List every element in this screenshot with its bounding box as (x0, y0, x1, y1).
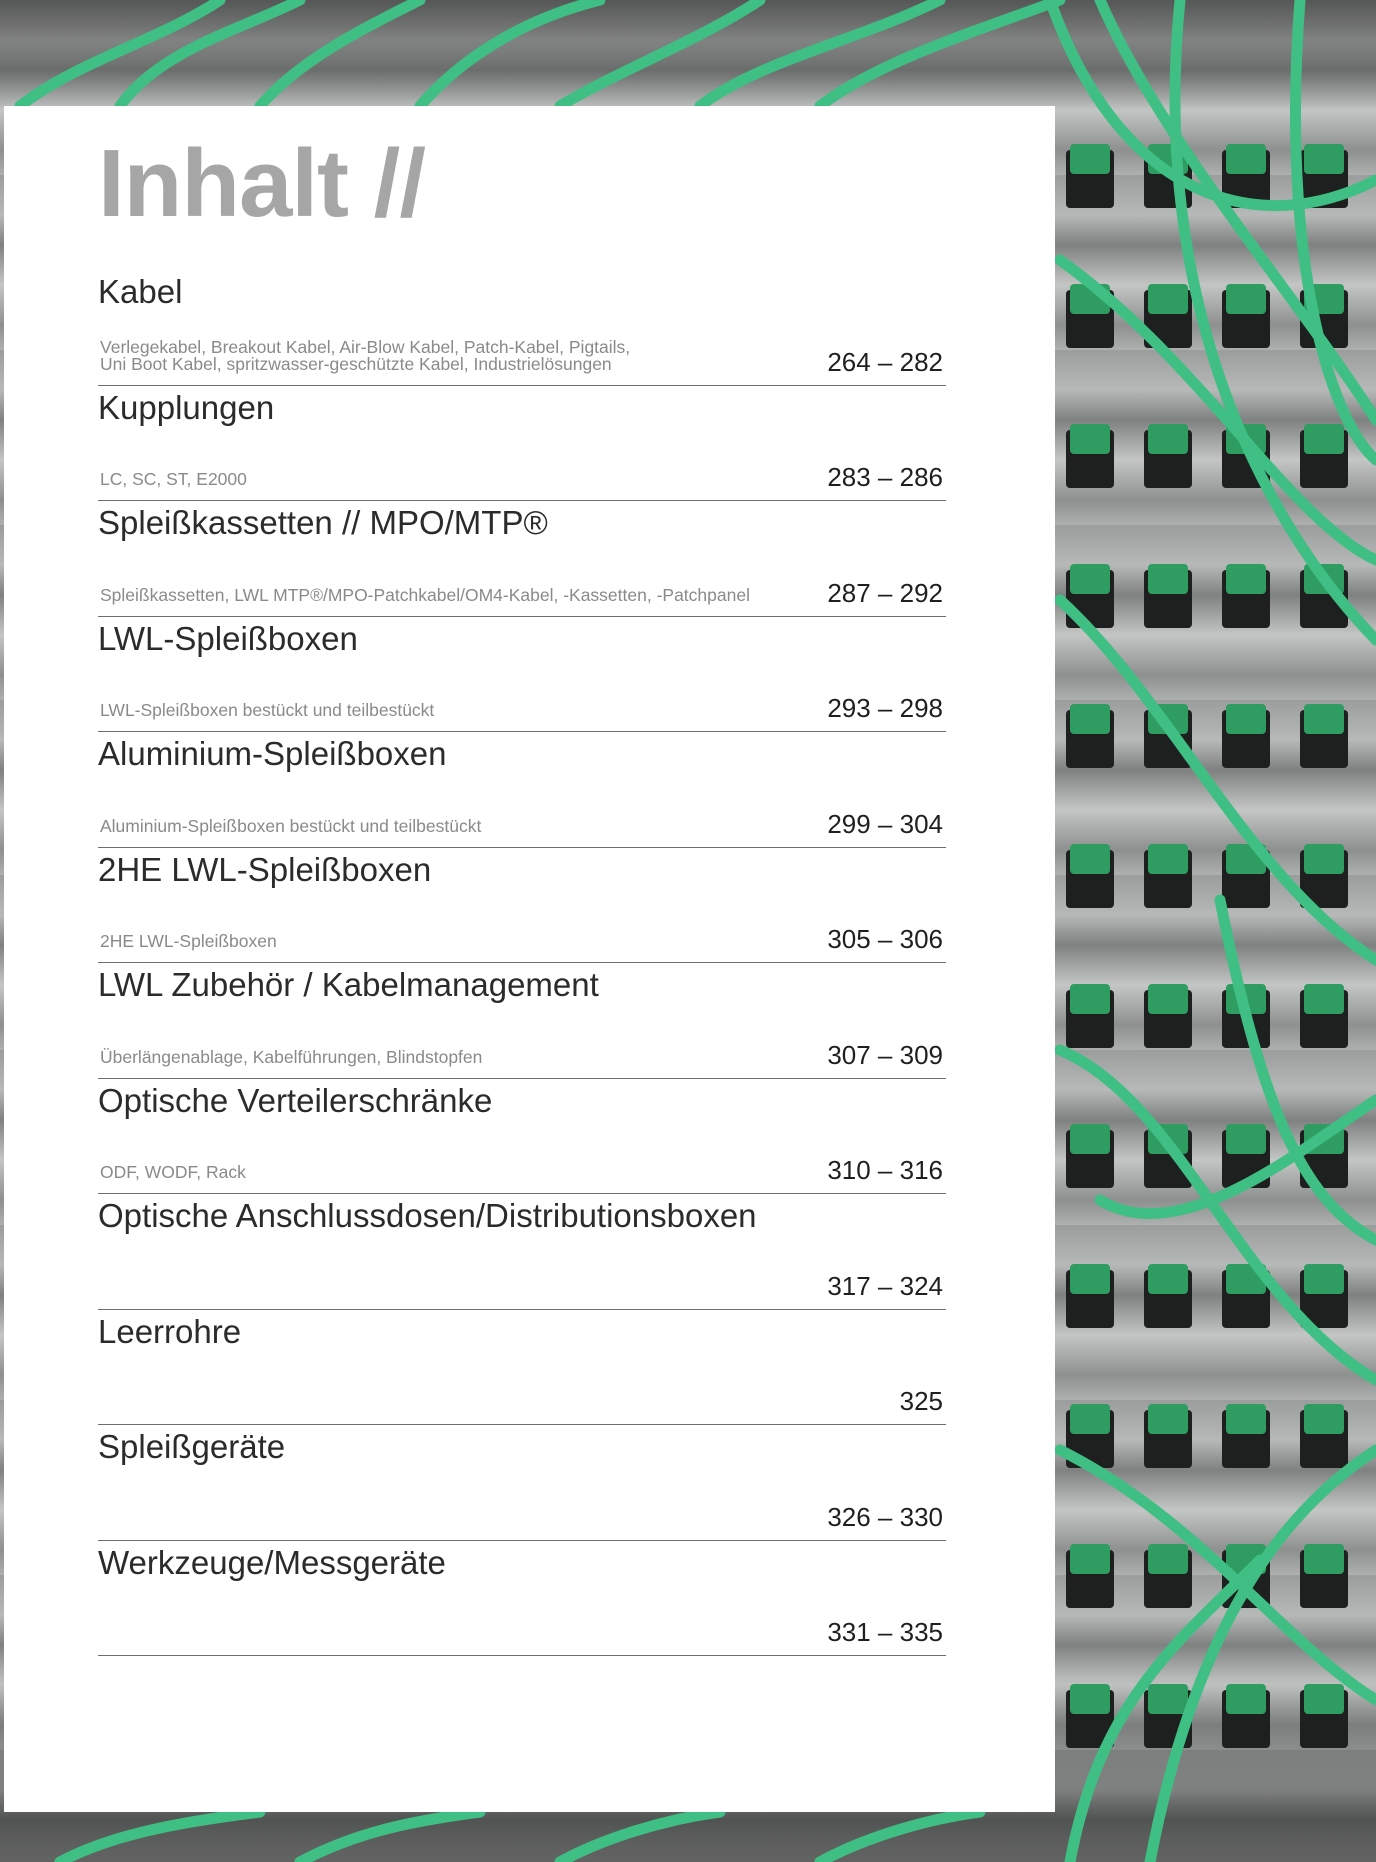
green-connector (1070, 1124, 1110, 1154)
toc-heading: Kabel (98, 273, 183, 310)
toc-heading: LWL-Spleißboxen (98, 619, 358, 657)
toc-page-range: 325 (899, 1386, 943, 1416)
page-title: Inhalt // (98, 130, 426, 237)
toc-heading: 2HE LWL-Spleißboxen (98, 850, 432, 888)
green-connector (1304, 424, 1344, 454)
toc-page-range: 264 – 282 (827, 346, 943, 377)
toc-page-range: 317 – 324 (827, 1270, 943, 1301)
toc-description: LWL-Spleißboxen bestückt und teilbestück… (100, 700, 435, 720)
toc-page-range: 326 – 330 (827, 1501, 943, 1532)
toc-page-range: 287 – 292 (827, 577, 943, 608)
green-connector (1304, 1264, 1344, 1294)
green-connector (1304, 984, 1344, 1014)
green-connector (1226, 284, 1266, 314)
green-connector (1148, 984, 1188, 1014)
toc-description: LC, SC, ST, E2000 (100, 469, 247, 489)
toc-page-range: 305 – 306 (827, 924, 943, 954)
fiber-cable (554, 1806, 726, 1862)
green-connector (1304, 1404, 1344, 1434)
green-connector (1148, 424, 1188, 454)
toc-page-range: 310 – 316 (827, 1155, 943, 1185)
toc-description: ODF, WODF, Rack (100, 1162, 246, 1182)
toc-description: Überlängenablage, Kabelführungen, Blinds… (100, 1046, 483, 1067)
fiber-cable (814, 1806, 986, 1862)
toc-entry-lwl-zubehoer[interactable]: LWL Zubehör / Kabelmanagement Überlängen… (98, 963, 946, 1079)
toc-description: Verlegekabel, Breakout Kabel, Air-Blow K… (100, 336, 631, 374)
green-connector (1304, 1684, 1344, 1714)
toc-page-range: 283 – 286 (827, 462, 943, 492)
toc-heading: Werkzeuge/Messgeräte (98, 1543, 446, 1581)
green-connector (1070, 424, 1110, 454)
fiber-cable (54, 1806, 266, 1862)
toc-heading: Aluminium-Spleißboxen (98, 735, 447, 772)
toc-entry-lwl-spleissboxen[interactable]: LWL-Spleißboxen LWL-Spleißboxen bestückt… (98, 617, 946, 732)
fiber-cable (1144, 1444, 1376, 1862)
green-connector (1226, 1684, 1266, 1714)
green-connector (1070, 1684, 1110, 1714)
green-connector (1226, 1404, 1266, 1434)
toc-heading: Kupplungen (98, 388, 275, 426)
green-connector (1148, 284, 1188, 314)
green-connector (1226, 144, 1266, 174)
toc-page-range: 299 – 304 (827, 808, 943, 839)
fiber-cable (414, 0, 606, 112)
fiber-cable (294, 1806, 486, 1862)
green-connector (1070, 144, 1110, 174)
green-connector (1304, 704, 1344, 734)
toc-entry-aluminium-spleissboxen[interactable]: Aluminium-Spleißboxen Aluminium-Spleißbo… (98, 732, 946, 848)
toc-entry-anschlussdosen[interactable]: Optische Anschlussdosen/Distributionsbox… (98, 1194, 946, 1310)
toc-entry-2he-lwl-spleissboxen[interactable]: 2HE LWL-Spleißboxen 2HE LWL-Spleißboxen … (98, 848, 946, 963)
green-connector (1070, 1264, 1110, 1294)
toc-description: Aluminium-Spleißboxen bestückt und teilb… (100, 815, 482, 836)
green-connector (1070, 1404, 1110, 1434)
fiber-cable (814, 0, 1066, 112)
toc-heading: LWL Zubehör / Kabelmanagement (98, 966, 599, 1003)
green-connector (1148, 1264, 1188, 1294)
green-connector (1148, 564, 1188, 594)
green-connector (1070, 704, 1110, 734)
toc-heading: Spleißgeräte (98, 1428, 286, 1465)
toc-page-range: 293 – 298 (827, 693, 943, 723)
fiber-cable (254, 0, 426, 112)
fiber-cable (1094, 0, 1376, 426)
toc-description: 2HE LWL-Spleißboxen (100, 931, 277, 951)
green-connector (1070, 844, 1110, 874)
toc-page-range: 307 – 309 (827, 1039, 943, 1070)
toc-page-range: 331 – 335 (827, 1617, 943, 1647)
green-connector (1148, 1404, 1188, 1434)
table-of-contents: Kabel Verlegekabel, Breakout Kabel, Air-… (98, 270, 946, 1656)
green-connector (1148, 1544, 1188, 1574)
fiber-cable (1054, 1044, 1376, 1386)
toc-heading: Spleißkassetten // MPO/MTP® (98, 504, 548, 541)
toc-entry-spleissgeraete[interactable]: Spleißgeräte 326 – 330 (98, 1425, 946, 1541)
green-connector (1148, 844, 1188, 874)
green-connector (1070, 1544, 1110, 1574)
fiber-cable (1290, 0, 1376, 466)
toc-entry-leerrohre[interactable]: Leerrohre 325 (98, 1310, 946, 1425)
green-connector (1070, 984, 1110, 1014)
green-connector (1304, 844, 1344, 874)
toc-entry-spleisskassetten[interactable]: Spleißkassetten // MPO/MTP® Spleißkasset… (98, 501, 946, 617)
toc-entry-werkzeuge[interactable]: Werkzeuge/Messgeräte 331 – 335 (98, 1541, 946, 1656)
toc-entry-verteilerschraenke[interactable]: Optische Verteilerschränke ODF, WODF, Ra… (98, 1079, 946, 1194)
toc-entry-kupplungen[interactable]: Kupplungen LC, SC, ST, E2000 283 – 286 (98, 386, 946, 501)
toc-heading: Leerrohre (98, 1312, 242, 1350)
toc-entry-kabel[interactable]: Kabel Verlegekabel, Breakout Kabel, Air-… (98, 270, 946, 386)
green-connector (1070, 564, 1110, 594)
toc-heading: Optische Verteilerschränke (98, 1081, 493, 1119)
green-connector (1304, 1544, 1344, 1574)
green-connector (1148, 1684, 1188, 1714)
green-connector (1226, 1124, 1266, 1154)
toc-heading: Optische Anschlussdosen/Distributionsbox… (98, 1197, 757, 1234)
toc-description: Spleißkassetten, LWL MTP®/MPO-Patchkabel… (100, 584, 750, 605)
green-connector (1304, 144, 1344, 174)
green-connector (1226, 704, 1266, 734)
green-connector (1226, 564, 1266, 594)
